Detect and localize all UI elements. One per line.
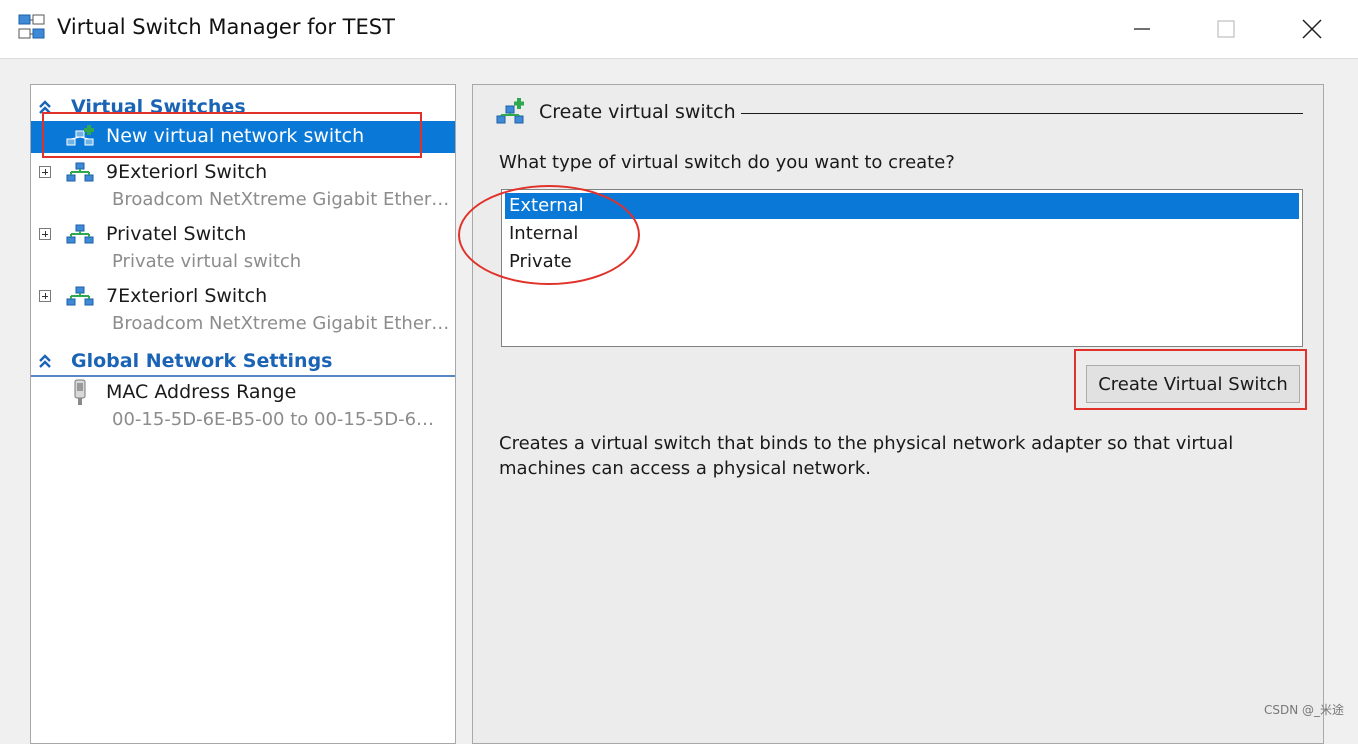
minimize-button[interactable] — [1114, 0, 1170, 58]
expand-toggle[interactable] — [39, 166, 51, 178]
network-adapter-icon — [74, 379, 86, 405]
minimize-icon — [1134, 28, 1150, 30]
section-title: Global Network Settings — [71, 350, 333, 372]
expand-toggle[interactable] — [39, 228, 51, 240]
window-title: Virtual Switch Manager for TEST — [57, 15, 395, 39]
global-network-settings-section-header[interactable]: Global Network Settings — [31, 345, 455, 377]
network-switch-icon — [66, 162, 94, 182]
maximize-button[interactable] — [1198, 0, 1254, 58]
sidebar-item-privatel-switch[interactable]: Privatel Switch — [31, 219, 455, 251]
sidebar-item-label: 9Exteriorl Switch — [106, 161, 268, 183]
virtual-switch-manager-icon — [18, 14, 45, 39]
sidebar-item-9exteriorl-switch[interactable]: 9Exteriorl Switch — [31, 157, 455, 189]
switch-navigation-panel: Virtual Switches New virtual network swi… — [30, 84, 456, 744]
highlight-create-button-annotation — [1074, 349, 1307, 410]
switch-type-description: Creates a virtual switch that binds to t… — [499, 433, 1234, 479]
create-virtual-switch-panel: Create virtual switch What type of virtu… — [472, 84, 1324, 744]
new-switch-icon — [496, 98, 524, 124]
expand-toggle[interactable] — [39, 290, 51, 302]
sidebar-item-label: 7Exteriorl Switch — [106, 285, 268, 307]
close-button[interactable] — [1284, 0, 1340, 58]
switch-adapter-description: Broadcom NetXtreme Gigabit Ether… — [112, 189, 450, 210]
highlight-switch-types-annotation — [458, 185, 640, 285]
switch-type-prompt: What type of virtual switch do you want … — [499, 152, 955, 173]
panel-title: Create virtual switch — [539, 101, 736, 123]
title-divider — [741, 113, 1303, 114]
sidebar-item-7exteriorl-switch[interactable]: 7Exteriorl Switch — [31, 281, 455, 313]
sidebar-item-label: MAC Address Range — [106, 381, 297, 403]
mac-address-range-value: 00-15-5D-6E-B5-00 to 00-15-5D-6… — [112, 409, 435, 430]
network-switch-icon — [66, 224, 94, 244]
switch-type-description: Private virtual switch — [112, 251, 302, 272]
sidebar-item-label: Privatel Switch — [106, 223, 247, 245]
sidebar-item-mac-address-range[interactable]: MAC Address Range — [31, 377, 455, 409]
network-switch-icon — [66, 286, 94, 306]
collapse-chevron-icon — [39, 354, 51, 368]
close-icon — [1302, 19, 1322, 39]
maximize-icon — [1217, 20, 1235, 38]
title-bar: Virtual Switch Manager for TEST — [0, 0, 1358, 59]
switch-adapter-description: Broadcom NetXtreme Gigabit Ether… — [112, 313, 450, 334]
watermark: CSDN @_米途 — [1263, 703, 1344, 717]
highlight-new-switch-annotation — [42, 112, 422, 158]
